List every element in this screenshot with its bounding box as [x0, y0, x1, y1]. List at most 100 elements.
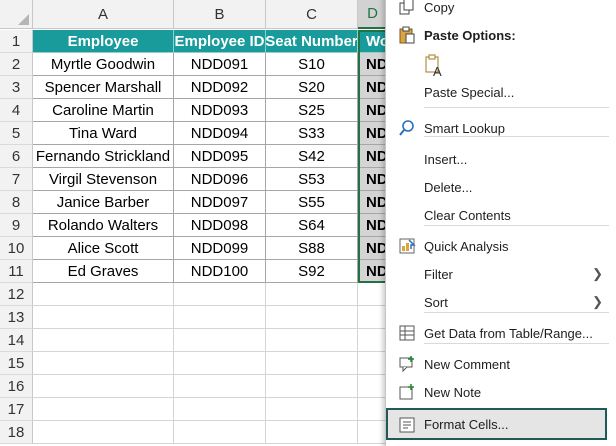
header-cell[interactable]: Seat Number [266, 30, 358, 53]
table-cell[interactable]: NDD099 [174, 237, 266, 260]
row-header[interactable]: 15 [0, 352, 33, 375]
table-cell[interactable]: NDD095 [174, 145, 266, 168]
table-cell[interactable]: NDD092 [174, 76, 266, 99]
table-cell[interactable]: S25 [266, 99, 358, 122]
row-header[interactable]: 18 [0, 421, 33, 444]
table-cell[interactable]: Ed Graves [33, 260, 174, 283]
empty-cell[interactable] [358, 375, 388, 398]
row-header[interactable]: 14 [0, 329, 33, 352]
table-cell[interactable]: NDD094 [174, 122, 266, 145]
table-cell[interactable]: S64 [266, 214, 358, 237]
menu-new-comment[interactable]: New Comment [386, 351, 616, 377]
table-cell[interactable]: S33 [266, 122, 358, 145]
empty-cell[interactable] [358, 306, 388, 329]
row-header[interactable]: 8 [0, 191, 33, 214]
table-cell[interactable]: Alice Scott [33, 237, 174, 260]
row-header[interactable]: 4 [0, 99, 33, 122]
menu-paste-special[interactable]: Paste Special... [386, 79, 616, 105]
table-cell[interactable]: Fernando Strickland [33, 145, 174, 168]
table-cell[interactable]: NDD098 [174, 214, 266, 237]
row-header[interactable]: 13 [0, 306, 33, 329]
row-header[interactable]: 10 [0, 237, 33, 260]
empty-cell[interactable] [266, 329, 358, 352]
table-cell[interactable]: Rolando Walters [33, 214, 174, 237]
select-all-button[interactable] [0, 0, 33, 29]
menu-new-note[interactable]: New Note [386, 379, 616, 405]
empty-cell[interactable] [358, 283, 388, 306]
empty-cell[interactable] [174, 398, 266, 421]
empty-cell[interactable] [174, 283, 266, 306]
table-cell[interactable]: ND [358, 237, 388, 260]
table-cell[interactable]: ND [358, 168, 388, 191]
table-cell[interactable]: ND [358, 260, 388, 283]
empty-cell[interactable] [266, 306, 358, 329]
table-cell[interactable]: S20 [266, 76, 358, 99]
empty-cell[interactable] [174, 375, 266, 398]
row-header[interactable]: 11 [0, 260, 33, 283]
table-cell[interactable]: S42 [266, 145, 358, 168]
table-cell[interactable]: NDD093 [174, 99, 266, 122]
table-cell[interactable]: S53 [266, 168, 358, 191]
empty-cell[interactable] [266, 375, 358, 398]
empty-cell[interactable] [174, 421, 266, 444]
column-header-b[interactable]: B [174, 0, 266, 29]
table-cell[interactable]: S92 [266, 260, 358, 283]
table-cell[interactable]: ND [358, 145, 388, 168]
header-cell[interactable]: Employee ID [174, 30, 266, 53]
header-cell[interactable]: Wo [358, 30, 388, 53]
empty-cell[interactable] [174, 329, 266, 352]
table-cell[interactable]: Tina Ward [33, 122, 174, 145]
table-cell[interactable]: Virgil Stevenson [33, 168, 174, 191]
row-header[interactable]: 3 [0, 76, 33, 99]
paste-formatting-option[interactable]: A [386, 52, 616, 82]
table-cell[interactable]: S55 [266, 191, 358, 214]
empty-cell[interactable] [266, 421, 358, 444]
row-header[interactable]: 9 [0, 214, 33, 237]
row-header[interactable]: 17 [0, 398, 33, 421]
row-header[interactable]: 1 [0, 30, 33, 53]
empty-cell[interactable] [266, 352, 358, 375]
table-cell[interactable]: ND [358, 76, 388, 99]
column-header-c[interactable]: C [266, 0, 358, 29]
empty-cell[interactable] [33, 306, 174, 329]
table-cell[interactable]: Janice Barber [33, 191, 174, 214]
empty-cell[interactable] [33, 329, 174, 352]
table-cell[interactable]: NDD097 [174, 191, 266, 214]
empty-cell[interactable] [33, 352, 174, 375]
empty-cell[interactable] [266, 398, 358, 421]
empty-cell[interactable] [174, 306, 266, 329]
empty-cell[interactable] [358, 398, 388, 421]
row-header[interactable]: 6 [0, 145, 33, 168]
menu-filter[interactable]: Filter ❯ [386, 261, 616, 287]
menu-copy[interactable]: Copy [386, 0, 616, 20]
menu-quick-analysis[interactable]: Quick Analysis [386, 233, 616, 259]
empty-cell[interactable] [33, 375, 174, 398]
table-cell[interactable]: ND [358, 99, 388, 122]
table-cell[interactable]: ND [358, 214, 388, 237]
table-cell[interactable]: Myrtle Goodwin [33, 53, 174, 76]
column-header-d[interactable]: D [358, 0, 388, 29]
table-cell[interactable]: ND [358, 122, 388, 145]
menu-insert[interactable]: Insert... [386, 146, 616, 172]
table-cell[interactable]: NDD091 [174, 53, 266, 76]
empty-cell[interactable] [266, 283, 358, 306]
row-header[interactable]: 12 [0, 283, 33, 306]
empty-cell[interactable] [33, 421, 174, 444]
table-cell[interactable]: NDD096 [174, 168, 266, 191]
table-cell[interactable]: NDD100 [174, 260, 266, 283]
empty-cell[interactable] [174, 352, 266, 375]
table-cell[interactable]: Spencer Marshall [33, 76, 174, 99]
empty-cell[interactable] [358, 421, 388, 444]
row-header[interactable]: 16 [0, 375, 33, 398]
empty-cell[interactable] [33, 398, 174, 421]
table-cell[interactable]: S10 [266, 53, 358, 76]
table-cell[interactable]: S88 [266, 237, 358, 260]
column-header-a[interactable]: A [33, 0, 174, 29]
row-header[interactable]: 5 [0, 122, 33, 145]
empty-cell[interactable] [33, 283, 174, 306]
menu-delete[interactable]: Delete... [386, 174, 616, 200]
header-cell[interactable]: Employee [33, 30, 174, 53]
empty-cell[interactable] [358, 352, 388, 375]
empty-cell[interactable] [358, 329, 388, 352]
row-header[interactable]: 2 [0, 53, 33, 76]
